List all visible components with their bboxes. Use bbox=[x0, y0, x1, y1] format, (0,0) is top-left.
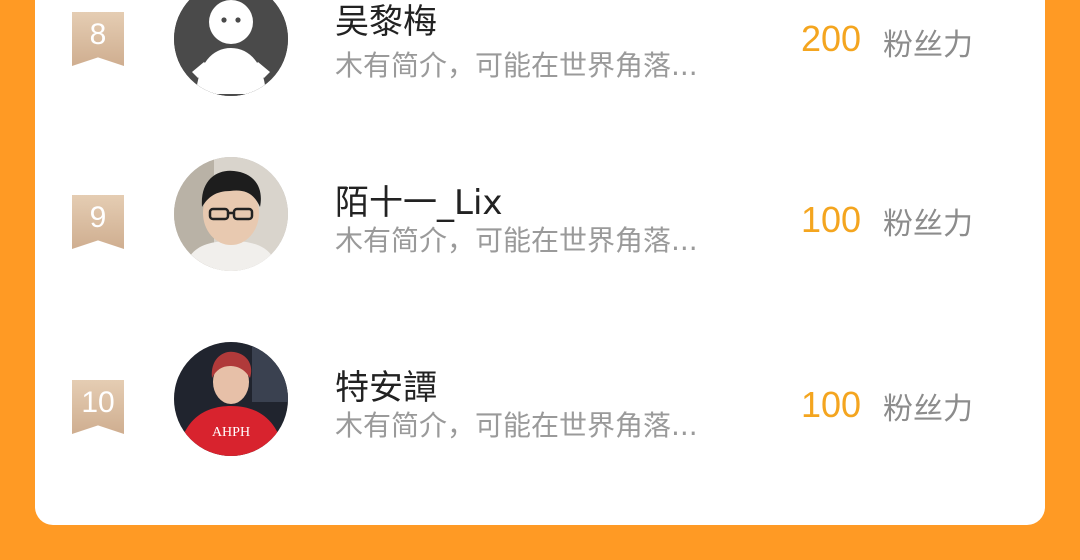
photo-avatar-man-glasses-icon bbox=[174, 157, 288, 271]
rank-badge: 8 bbox=[72, 12, 124, 66]
svg-text:AHPH: AHPH bbox=[212, 425, 250, 440]
rank-number: 10 bbox=[81, 386, 115, 419]
fan-power-count: 100 bbox=[801, 199, 862, 240]
fan-power-label: 粉丝力 bbox=[883, 207, 973, 242]
default-person-avatar-icon bbox=[174, 0, 288, 96]
fan-power-count: 100 bbox=[801, 384, 862, 425]
rank-number: 9 bbox=[89, 201, 107, 234]
list-item[interactable]: 8 吴黎梅 木有简介，可能在世界角落... 200 粉丝力 bbox=[35, 0, 1045, 112]
user-name[interactable]: 吴黎梅 bbox=[335, 0, 437, 43]
list-item[interactable]: 10 AHPH 特安譚 木有简介，可能在世界角落... 100 粉丝力 bbox=[35, 342, 1045, 472]
fan-power-label: 粉丝力 bbox=[883, 392, 973, 427]
list-item[interactable]: 9 陌十一_Lix 木有简介，可能在世界角落... 100 粉丝力 bbox=[35, 157, 1045, 287]
user-name[interactable]: 陌十一_Lix bbox=[335, 175, 503, 224]
avatar[interactable]: AHPH bbox=[174, 342, 288, 456]
user-bio: 木有简介，可能在世界角落... bbox=[335, 49, 698, 82]
rank-badge: 9 bbox=[72, 195, 124, 249]
fan-power-label: 粉丝力 bbox=[883, 28, 973, 63]
avatar[interactable] bbox=[174, 157, 288, 271]
rank-number: 8 bbox=[89, 18, 107, 51]
user-bio: 木有简介，可能在世界角落... bbox=[335, 409, 698, 442]
fan-power-count: 200 bbox=[801, 18, 862, 59]
avatar[interactable] bbox=[174, 0, 288, 96]
photo-avatar-red-hoodie-icon: AHPH bbox=[174, 342, 288, 456]
user-name[interactable]: 特安譚 bbox=[335, 360, 437, 409]
ranking-card: 8 吴黎梅 木有简介，可能在世界角落... 200 粉丝力 9 陌十一_Lix … bbox=[35, 0, 1045, 525]
rank-badge: 10 bbox=[72, 380, 124, 434]
user-bio: 木有简介，可能在世界角落... bbox=[335, 224, 698, 257]
